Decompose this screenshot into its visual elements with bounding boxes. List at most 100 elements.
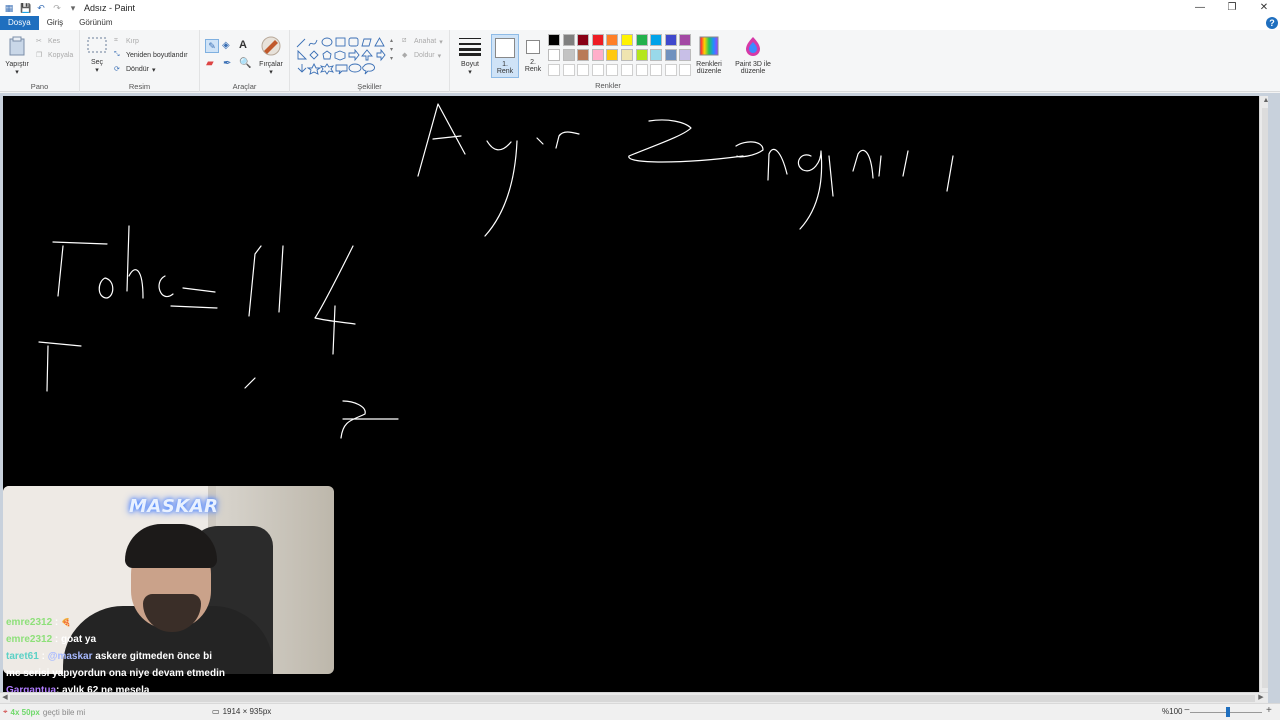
chat-text: askere gitmeden önce bi — [92, 651, 212, 662]
custom-color-slot[interactable] — [562, 64, 575, 76]
scroll-left-icon[interactable]: ◀ — [0, 693, 10, 703]
color-swatch[interactable] — [562, 34, 575, 46]
close-button[interactable]: ✕ — [1248, 0, 1280, 16]
color-swatch[interactable] — [664, 34, 677, 46]
color-swatch[interactable] — [679, 34, 692, 46]
resize-button[interactable]: ⤡ Yeniden boyutlandır — [114, 51, 188, 60]
custom-color-slot[interactable] — [591, 64, 604, 76]
eraser-tool[interactable]: ▰ — [206, 58, 214, 69]
paste-dropdown-icon[interactable]: ▾ — [4, 68, 30, 76]
tab-home[interactable]: Giriş — [39, 16, 71, 30]
color-swatch[interactable] — [635, 34, 648, 46]
scroll-up-icon[interactable]: ▲ — [1261, 96, 1268, 106]
redo-icon[interactable]: ↷ — [52, 3, 62, 13]
color-swatch[interactable] — [591, 34, 604, 46]
cursor-position: ⌖ 4x 50px geçti bile mi — [3, 707, 85, 717]
select-dropdown-icon[interactable]: ▾ — [86, 66, 108, 74]
resize-label: Yeniden boyutlandır — [126, 52, 188, 59]
brushes-button[interactable]: Fırçalar ▾ — [256, 36, 286, 76]
color-swatch[interactable] — [548, 49, 560, 61]
custom-color-slot[interactable] — [606, 64, 619, 76]
horizontal-scrollbar[interactable]: ◀ ▶ — [0, 692, 1268, 703]
line-size-icon — [459, 38, 481, 56]
custom-color-slot[interactable] — [621, 64, 633, 76]
text-tool[interactable]: A — [239, 39, 247, 51]
custom-color-slot[interactable] — [548, 64, 560, 76]
horizontal-scroll-thumb[interactable] — [10, 695, 1255, 702]
color2-button[interactable]: 2. Renk — [521, 34, 545, 78]
paint3d-icon — [746, 37, 760, 56]
rotate-button[interactable]: ⟳ Döndür ▾ — [114, 65, 155, 74]
shapes-scroll[interactable]: ▴ ▾ ▾ — [390, 37, 393, 64]
size-dropdown-icon[interactable]: ▾ — [456, 68, 484, 76]
select-button[interactable]: Seç ▾ — [86, 36, 108, 74]
undo-icon[interactable]: ↶ — [36, 3, 46, 13]
color-swatch[interactable] — [562, 49, 575, 61]
color1-button[interactable]: 1. Renk — [491, 34, 519, 78]
color-swatch[interactable] — [650, 49, 663, 61]
vertical-scrollbar[interactable]: ▲ — [1259, 96, 1268, 692]
zoom-slider-thumb[interactable] — [1226, 707, 1231, 717]
outline-dropdown-icon[interactable]: ▾ — [439, 38, 443, 46]
paint3d-button[interactable]: Paint 3D ile düzenle — [730, 36, 776, 75]
restore-button[interactable]: ❐ — [1216, 0, 1248, 16]
tab-file[interactable]: Dosya — [0, 16, 39, 30]
cursor-position-label: 4x 50px — [10, 707, 40, 717]
scroll-right-icon[interactable]: ▶ — [1256, 693, 1266, 703]
canvas-dimensions: ▭ 1914 × 935px — [212, 707, 271, 716]
outline-button[interactable]: ⧄ Anahat ▾ — [402, 37, 443, 46]
crop-button[interactable]: ⌗ Kırp — [114, 37, 139, 46]
rotate-dropdown-icon[interactable]: ▾ — [152, 66, 156, 74]
resize-icon: ⤡ — [114, 51, 120, 58]
fill-dropdown-icon[interactable]: ▾ — [438, 52, 442, 60]
color-swatch[interactable] — [679, 49, 692, 61]
magnifier-icon: 🔍 — [239, 58, 252, 69]
color-swatch[interactable] — [548, 34, 560, 46]
custom-color-slot[interactable] — [650, 64, 663, 76]
color-swatch[interactable] — [664, 49, 677, 61]
color-swatch[interactable] — [650, 34, 663, 46]
color-swatch[interactable] — [577, 49, 590, 61]
custom-color-slot[interactable] — [577, 64, 590, 76]
paste-button[interactable]: Yapıştır ▾ — [4, 36, 30, 76]
custom-color-slot[interactable] — [664, 64, 677, 76]
minimize-button[interactable]: — — [1184, 0, 1216, 16]
edit-colors-button[interactable]: Renkleri düzenle — [694, 36, 724, 75]
zoom-in-icon[interactable]: + — [1266, 705, 1272, 716]
crop-icon: ⌗ — [114, 37, 118, 44]
ribbon-tabs: Dosya Giriş Görünüm ? — [0, 16, 1280, 30]
color-picker-tool[interactable]: ✒ — [223, 58, 231, 69]
zoom-level: %100 — [1162, 707, 1182, 716]
paint3d-label-line2: düzenle — [740, 68, 766, 75]
image-group: Seç ▾ ⌗ Kırp ⤡ Yeniden boyutlandır ⟳ Dön… — [80, 30, 200, 92]
color-swatch[interactable] — [621, 49, 633, 61]
chat-separator: : — [52, 617, 62, 628]
fill-button[interactable]: ◆ Doldur ▾ — [402, 51, 441, 60]
color-swatch[interactable] — [591, 49, 604, 61]
shapes-gallery[interactable] — [296, 37, 396, 75]
custom-color-slot[interactable] — [635, 64, 648, 76]
fill-tool[interactable]: ◈ — [222, 40, 230, 51]
brushes-dropdown-icon[interactable]: ▾ — [256, 68, 286, 76]
color-swatch[interactable] — [621, 34, 633, 46]
pencil-tool[interactable]: ✎ — [205, 39, 219, 53]
color-swatch[interactable] — [606, 34, 619, 46]
color-swatch[interactable] — [577, 34, 590, 46]
cut-button[interactable]: ✂ Kes — [36, 37, 60, 46]
tab-view[interactable]: Görünüm — [71, 16, 120, 30]
vertical-scroll-thumb[interactable] — [1262, 108, 1268, 688]
drawing-canvas[interactable]: MASKAR emre2312 : 🍕 emre2312 : goat ya tar… — [3, 96, 1268, 692]
color-swatch[interactable] — [606, 49, 619, 61]
edit-colors-label-line2: düzenle — [696, 68, 722, 75]
magnifier-tool[interactable]: 🔍 — [239, 58, 251, 69]
select-icon — [87, 37, 107, 53]
color-swatch[interactable] — [635, 49, 648, 61]
customize-quick-access-icon[interactable]: ▾ — [68, 3, 78, 13]
size-button[interactable]: Boyut ▾ — [456, 36, 484, 76]
zoom-out-icon[interactable]: − — [1184, 705, 1190, 716]
copy-button[interactable]: ❐ Kopyala — [36, 51, 73, 60]
chat-separator: : — [38, 651, 48, 662]
custom-color-slot[interactable] — [679, 64, 692, 76]
help-icon[interactable]: ? — [1266, 17, 1278, 29]
save-icon[interactable]: 💾 — [20, 3, 31, 13]
